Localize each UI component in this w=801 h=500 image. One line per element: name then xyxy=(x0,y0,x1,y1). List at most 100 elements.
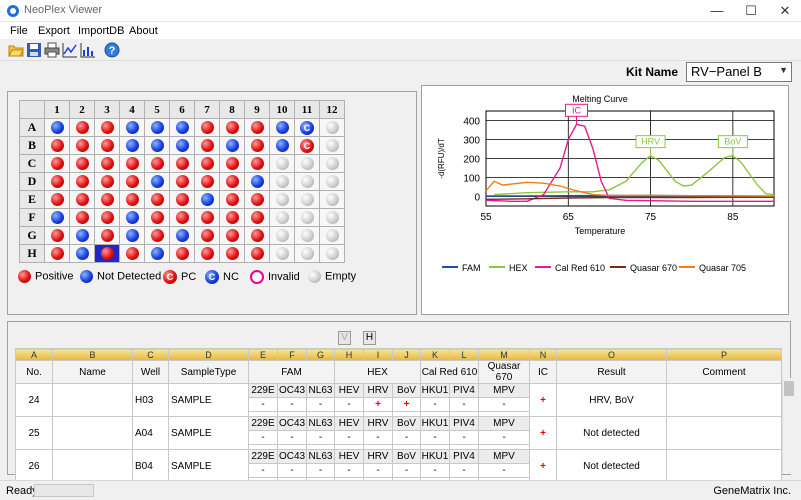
well-A6[interactable] xyxy=(169,118,195,137)
help-icon[interactable]: ? xyxy=(104,42,120,58)
line-chart-icon[interactable] xyxy=(62,42,78,58)
filter-v-button[interactable]: V xyxy=(338,331,351,345)
well-E6[interactable] xyxy=(169,190,195,209)
well-E5[interactable] xyxy=(144,190,170,209)
well-B11[interactable]: C xyxy=(294,136,320,155)
well-B3[interactable] xyxy=(94,136,120,155)
well-B10[interactable] xyxy=(269,136,295,155)
header-result[interactable]: Result xyxy=(556,360,667,384)
column-header[interactable]: 4 xyxy=(119,100,145,119)
well-B9[interactable] xyxy=(244,136,270,155)
well-G7[interactable] xyxy=(194,226,220,245)
header-hex[interactable]: HEX xyxy=(334,360,421,384)
well-H2[interactable] xyxy=(69,244,95,263)
scrollbar-thumb[interactable] xyxy=(784,381,794,396)
well-A7[interactable] xyxy=(194,118,220,137)
minimize-button[interactable]: — xyxy=(700,0,734,22)
well-E10[interactable] xyxy=(269,190,295,209)
well-D2[interactable] xyxy=(69,172,95,191)
menu-about[interactable]: About xyxy=(129,25,158,37)
well-C7[interactable] xyxy=(194,154,220,173)
well-C4[interactable] xyxy=(119,154,145,173)
column-header[interactable]: 6 xyxy=(169,100,195,119)
well-G6[interactable] xyxy=(169,226,195,245)
well-C3[interactable] xyxy=(94,154,120,173)
well-E4[interactable] xyxy=(119,190,145,209)
header-calred[interactable]: Cal Red 610 xyxy=(420,360,479,384)
maximize-button[interactable]: ☐ xyxy=(734,0,768,22)
well-A8[interactable] xyxy=(219,118,245,137)
well-B8[interactable] xyxy=(219,136,245,155)
row-header[interactable]: E xyxy=(19,190,45,209)
column-letter[interactable]: B xyxy=(52,348,133,361)
column-letter[interactable]: O xyxy=(556,348,667,361)
well-H5[interactable] xyxy=(144,244,170,263)
column-header[interactable]: 5 xyxy=(144,100,170,119)
well-C10[interactable] xyxy=(269,154,295,173)
column-header[interactable]: 10 xyxy=(269,100,295,119)
well-B12[interactable] xyxy=(319,136,345,155)
well-F12[interactable] xyxy=(319,208,345,227)
well-D5[interactable] xyxy=(144,172,170,191)
well-D12[interactable] xyxy=(319,172,345,191)
well-F11[interactable] xyxy=(294,208,320,227)
column-header[interactable]: 8 xyxy=(219,100,245,119)
well-C9[interactable] xyxy=(244,154,270,173)
well-D8[interactable] xyxy=(219,172,245,191)
well-G3[interactable] xyxy=(94,226,120,245)
well-B7[interactable] xyxy=(194,136,220,155)
column-letter[interactable]: J xyxy=(392,348,421,361)
header-fam[interactable]: FAM xyxy=(248,360,335,384)
column-header[interactable]: 12 xyxy=(319,100,345,119)
well-E2[interactable] xyxy=(69,190,95,209)
well-G11[interactable] xyxy=(294,226,320,245)
well-G4[interactable] xyxy=(119,226,145,245)
well-A2[interactable] xyxy=(69,118,95,137)
well-B1[interactable] xyxy=(44,136,70,155)
column-letter[interactable]: H xyxy=(334,348,364,361)
column-letter[interactable]: D xyxy=(168,348,249,361)
column-letter[interactable]: A xyxy=(15,348,53,361)
row-header[interactable]: D xyxy=(19,172,45,191)
column-letter[interactable]: K xyxy=(420,348,450,361)
well-H8[interactable] xyxy=(219,244,245,263)
well-E1[interactable] xyxy=(44,190,70,209)
well-A11[interactable]: C xyxy=(294,118,320,137)
menu-export[interactable]: Export xyxy=(38,25,70,37)
well-H6[interactable] xyxy=(169,244,195,263)
well-H1[interactable] xyxy=(44,244,70,263)
well-B4[interactable] xyxy=(119,136,145,155)
well-B6[interactable] xyxy=(169,136,195,155)
row-header[interactable]: C xyxy=(19,154,45,173)
well-D10[interactable] xyxy=(269,172,295,191)
well-D3[interactable] xyxy=(94,172,120,191)
well-F7[interactable] xyxy=(194,208,220,227)
well-G1[interactable] xyxy=(44,226,70,245)
menu-importdb[interactable]: ImportDB xyxy=(78,25,124,37)
menu-file[interactable]: File xyxy=(10,25,28,37)
column-letter[interactable]: E xyxy=(248,348,278,361)
well-A9[interactable] xyxy=(244,118,270,137)
kit-name-select[interactable]: RV−Panel B ▼ xyxy=(686,62,792,82)
row-comment[interactable] xyxy=(666,449,782,483)
well-A4[interactable] xyxy=(119,118,145,137)
well-D9[interactable] xyxy=(244,172,270,191)
column-letter[interactable]: G xyxy=(306,348,335,361)
column-header[interactable]: 2 xyxy=(69,100,95,119)
well-H4[interactable] xyxy=(119,244,145,263)
header-no[interactable]: No. xyxy=(15,360,53,384)
header-quasar[interactable]: Quasar 670 xyxy=(478,360,530,384)
well-F10[interactable] xyxy=(269,208,295,227)
column-header[interactable]: 3 xyxy=(94,100,120,119)
well-E12[interactable] xyxy=(319,190,345,209)
well-E9[interactable] xyxy=(244,190,270,209)
column-letter[interactable]: N xyxy=(529,348,557,361)
row-header[interactable]: F xyxy=(19,208,45,227)
well-F9[interactable] xyxy=(244,208,270,227)
well-A10[interactable] xyxy=(269,118,295,137)
well-D7[interactable] xyxy=(194,172,220,191)
column-letter[interactable]: C xyxy=(132,348,169,361)
well-E8[interactable] xyxy=(219,190,245,209)
well-G12[interactable] xyxy=(319,226,345,245)
well-F1[interactable] xyxy=(44,208,70,227)
